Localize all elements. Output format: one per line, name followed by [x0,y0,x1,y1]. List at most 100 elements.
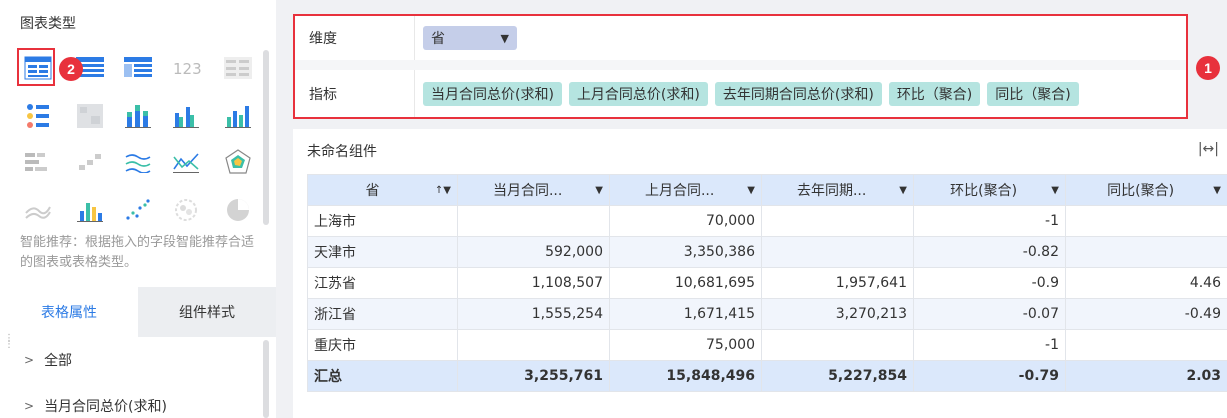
cell [761,205,914,237]
drag-handle-icon[interactable]: ⋮ ⋮ [4,334,14,350]
tab-table-props[interactable]: 表格属性 [0,287,138,337]
metric-pill[interactable]: 上月合同总价(求和) [568,81,708,106]
cell: -0.49 [1065,298,1227,330]
table-row: 江苏省 1,108,507 10,681,695 1,957,641 -0.9 … [307,267,1227,299]
column-header[interactable]: 环比(聚合) ▼ [913,174,1066,206]
grouped-bar-icon[interactable] [166,98,206,134]
radar-icon[interactable] [218,144,258,180]
table-row: 浙江省 1,555,254 1,671,415 3,270,213 -0.07 … [307,298,1227,330]
table-header-row: 省 ↑▼ 当月合同... ▼ 上月合同... ▼ 去年同期... ▼ 环比(聚合) ▼ 同… [307,174,1227,206]
cell: 汇总 [307,360,458,392]
tab-component-style[interactable]: 组件样式 [138,287,276,337]
tree-item-metric[interactable]: > 当月合同总价(求和) [24,396,167,416]
column-chart-icon[interactable] [218,98,258,134]
tree-item-all[interactable]: > 全部 [24,350,72,370]
polyline-icon[interactable] [166,144,206,180]
cell: 2.03 [1065,360,1227,392]
cell: -1 [913,205,1066,237]
cell [761,236,914,268]
multi-line-icon[interactable] [118,144,158,180]
cell: 浙江省 [307,298,458,330]
column-header[interactable]: 上月合同... ▼ [609,174,762,206]
metric-pill[interactable]: 同比（聚合) [987,81,1079,106]
column-header[interactable]: 省 ↑▼ [307,174,458,206]
fit-width-icon[interactable]: |↔| [1198,141,1219,157]
dimension-label: 维度 [295,16,415,60]
gantt-icon[interactable] [18,144,58,180]
icon-scrollbar[interactable] [263,50,269,225]
dropdown-icon[interactable]: ▼ [1213,185,1221,196]
tree-item-label: 全部 [44,353,73,369]
cell: -0.79 [913,360,1066,392]
cell: -0.9 [913,267,1066,299]
cell: 江苏省 [307,267,458,299]
metric-pill[interactable]: 当月合同总价(求和) [423,81,562,106]
cell: 3,270,213 [761,298,914,330]
bubble-icon[interactable] [166,192,206,228]
cell [457,329,610,361]
dropdown-icon[interactable]: ▼ [747,185,755,196]
column-header[interactable]: 当月合同... ▼ [457,174,610,206]
panel-title: 图表类型 [20,16,76,32]
table-row: 上海市 70,000 -1 [307,205,1227,237]
metric-row: 指标 当月合同总价(求和) 上月合同总价(求和) 去年同期合同总价(求和) 环比… [295,70,1186,117]
stacked-bar-icon[interactable] [118,98,158,134]
dropdown-icon[interactable]: ▼ [595,185,603,196]
step-badge-1: 1 [1196,56,1220,80]
field-config-box: 维度 省 ▼ 指标 当月合同总价(求和) 上月合同总价(求和) 去年同期合同总价… [293,14,1188,119]
chevron-right-icon: > [24,353,35,367]
data-table: 省 ↑▼ 当月合同... ▼ 上月合同... ▼ 去年同期... ▼ 环比(聚合) ▼ 同… [307,174,1227,392]
chevron-right-icon: > [24,399,35,413]
group-table-icon[interactable] [118,50,158,86]
cell: 3,350,386 [609,236,762,268]
table-widget: 未命名组件 |↔| 省 ↑▼ 当月合同... ▼ 上月合同... ▼ 去年同期... ▼… [293,129,1227,418]
chart-type-panel: 图表类型 123 2 智能推荐：根据拖入的字段智能推荐合适的图表或表格类型。 表… [0,0,276,418]
dimension-row: 维度 省 ▼ [295,16,1186,60]
cell [1065,236,1227,268]
cell: -0.07 [913,298,1066,330]
cell [457,205,610,237]
row-separator [295,60,1186,70]
heatmap-icon[interactable] [70,98,110,134]
cell: 592,000 [457,236,610,268]
metric-pill[interactable]: 去年同期合同总价(求和) [714,81,882,106]
cell: 4.46 [1065,267,1227,299]
step-icon[interactable] [70,144,110,180]
svg-text:123: 123 [173,60,201,78]
table-row: 重庆市 75,000 -1 [307,329,1227,361]
step-badge-2: 2 [59,57,83,81]
property-scrollbar[interactable] [263,340,269,418]
smart-recommend-hint: 智能推荐：根据拖入的字段智能推荐合适的图表或表格类型。 [20,235,255,270]
cell: 天津市 [307,236,458,268]
pie-icon[interactable] [218,192,258,228]
cell: 1,555,254 [457,298,610,330]
metric-label: 指标 [295,70,415,117]
dimension-pill[interactable]: 省 ▼ [423,26,517,50]
cell: 1,957,641 [761,267,914,299]
text-grid-icon[interactable] [218,50,258,86]
total-row: 汇总 3,255,761 15,848,496 5,227,854 -0.79 … [307,360,1227,392]
filter-icon[interactable]: ▼ [501,32,509,45]
dimension-pill-label: 省 [431,31,445,47]
tree-item-label: 当月合同总价(求和) [44,399,167,415]
cell [1065,329,1227,361]
scatter-icon[interactable] [118,192,158,228]
widget-title: 未命名组件 [307,144,377,160]
column-header[interactable]: 同比(聚合) ▼ [1065,174,1227,206]
cell: 5,227,854 [761,360,914,392]
cell: 75,000 [609,329,762,361]
column-header[interactable]: 去年同期... ▼ [761,174,914,206]
dropdown-icon[interactable]: ▼ [1051,185,1059,196]
kpi-number-icon[interactable]: 123 [166,50,206,86]
metric-pill[interactable]: 环比（聚合) [888,81,981,106]
cell [1065,205,1227,237]
bar-line-icon[interactable] [70,192,110,228]
dropdown-icon[interactable]: ▼ [899,185,907,196]
cell: 上海市 [307,205,458,237]
sort-icon[interactable]: ↑▼ [435,185,451,196]
cell: 70,000 [609,205,762,237]
property-tabs: 表格属性 组件样式 [0,287,276,337]
dot-matrix-icon[interactable] [18,98,58,134]
cell: 3,255,761 [457,360,610,392]
area-icon[interactable] [18,192,58,228]
